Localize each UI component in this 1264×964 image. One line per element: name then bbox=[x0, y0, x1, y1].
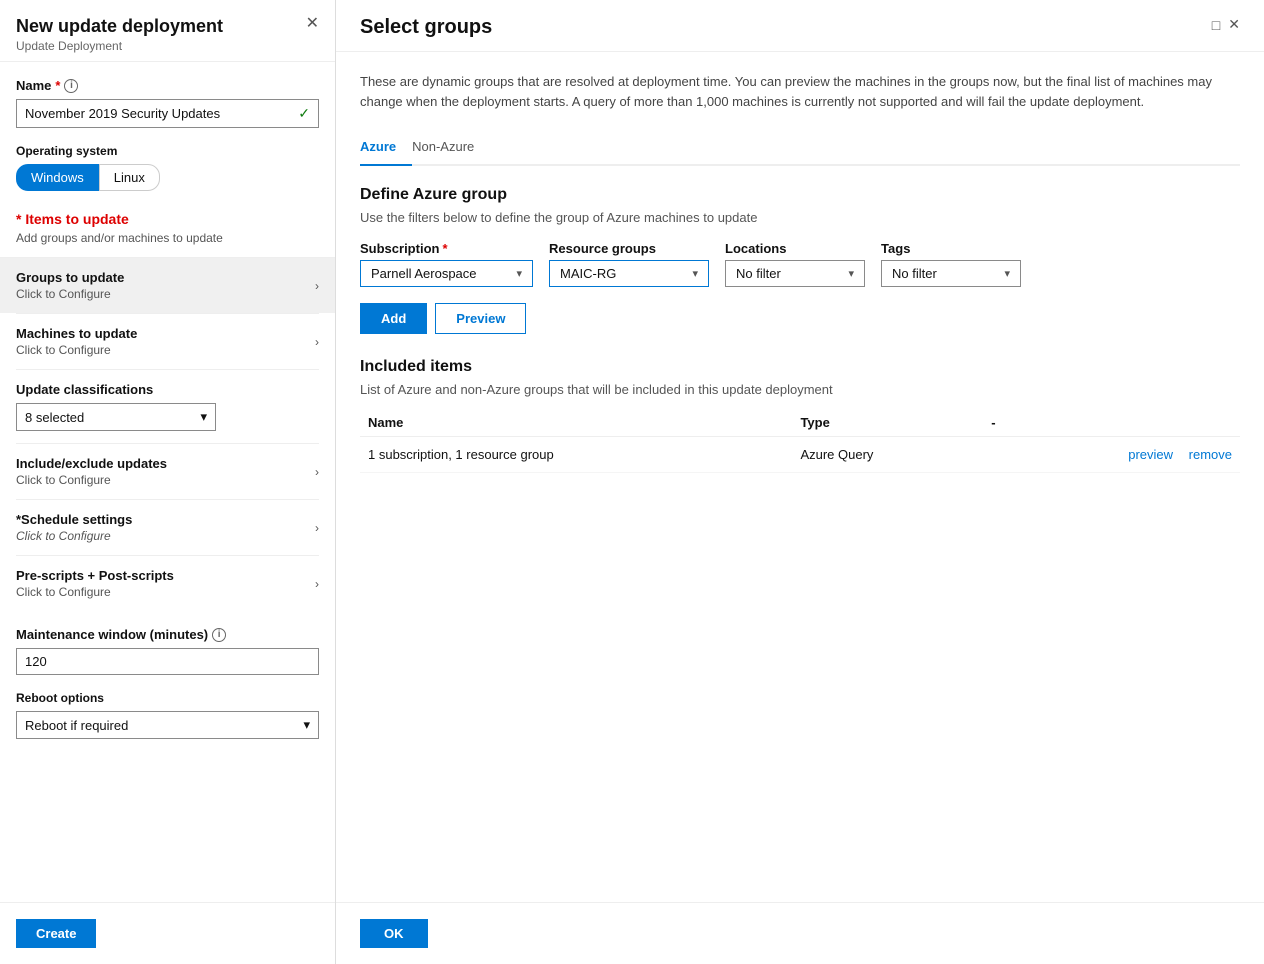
items-subtitle: Add groups and/or machines to update bbox=[16, 231, 319, 245]
table-body: 1 subscription, 1 resource group Azure Q… bbox=[360, 437, 1240, 473]
filter-locations: Locations No filter ▾ bbox=[725, 241, 865, 287]
info-text: These are dynamic groups that are resolv… bbox=[360, 72, 1240, 111]
scripts-sub: Click to Configure bbox=[16, 585, 174, 599]
resource-groups-dropdown-icon: ▾ bbox=[693, 267, 699, 280]
name-input[interactable]: November 2019 Security Updates ✓ bbox=[16, 99, 319, 128]
define-desc: Use the filters below to define the grou… bbox=[360, 210, 1240, 225]
name-field-row: Name * i November 2019 Security Updates … bbox=[16, 78, 319, 128]
preview-button[interactable]: Preview bbox=[435, 303, 526, 334]
tabs: Azure Non-Azure bbox=[360, 131, 1240, 166]
machines-title: Machines to update bbox=[16, 326, 137, 341]
close-right-panel-button[interactable]: ✕ bbox=[1228, 16, 1240, 33]
panel-subtitle: Update Deployment bbox=[16, 39, 223, 53]
close-left-panel-button[interactable]: ✕ bbox=[306, 16, 319, 32]
os-label: Operating system bbox=[16, 144, 319, 158]
locations-dropdown[interactable]: No filter ▾ bbox=[725, 260, 865, 287]
add-button[interactable]: Add bbox=[360, 303, 427, 334]
scripts-title: Pre-scripts + Post-scripts bbox=[16, 568, 174, 583]
row-actions: preview remove bbox=[983, 437, 1240, 473]
tab-azure[interactable]: Azure bbox=[360, 131, 412, 166]
right-header-actions: □ ✕ bbox=[1212, 16, 1240, 33]
schedule-sub: Click to Configure bbox=[16, 529, 132, 543]
maintenance-label: Maintenance window (minutes) i bbox=[16, 627, 319, 642]
remove-link[interactable]: remove bbox=[1189, 447, 1232, 462]
subscription-dropdown-icon: ▾ bbox=[517, 267, 523, 280]
col-type: Type bbox=[792, 409, 983, 437]
left-header-text: New update deployment Update Deployment bbox=[16, 16, 223, 53]
row-name: 1 subscription, 1 resource group bbox=[360, 437, 792, 473]
tags-dropdown-icon: ▾ bbox=[1005, 267, 1011, 280]
maintenance-info-icon[interactable]: i bbox=[212, 628, 226, 642]
panel-title: New update deployment bbox=[16, 16, 223, 37]
groups-title: Groups to update bbox=[16, 270, 124, 285]
items-section-title: * Items to update bbox=[16, 211, 319, 227]
right-panel-title: Select groups bbox=[360, 16, 492, 51]
maintenance-section: Maintenance window (minutes) i 120 bbox=[16, 627, 319, 675]
table-header: Name Type - bbox=[360, 409, 1240, 437]
left-panel: New update deployment Update Deployment … bbox=[0, 0, 336, 964]
maximize-button[interactable]: □ bbox=[1212, 17, 1220, 33]
filter-tags: Tags No filter ▾ bbox=[881, 241, 1021, 287]
table-row: 1 subscription, 1 resource group Azure Q… bbox=[360, 437, 1240, 473]
os-windows-button[interactable]: Windows bbox=[16, 164, 99, 191]
reboot-label: Reboot options bbox=[16, 691, 319, 705]
filters-row: Subscription * Parnell Aerospace ▾ Resou… bbox=[360, 241, 1240, 287]
name-check-icon: ✓ bbox=[298, 105, 310, 122]
included-heading: Included items bbox=[360, 358, 1240, 376]
name-label: Name * i bbox=[16, 78, 319, 93]
machines-sub: Click to Configure bbox=[16, 343, 137, 357]
schedule-title: *Schedule settings bbox=[16, 512, 132, 527]
action-buttons: Add Preview bbox=[360, 303, 1240, 334]
included-desc: List of Azure and non-Azure groups that … bbox=[360, 382, 1240, 397]
row-type: Azure Query bbox=[792, 437, 983, 473]
os-linux-button[interactable]: Linux bbox=[99, 164, 160, 191]
col-actions: - bbox=[983, 409, 1240, 437]
include-exclude-sub: Click to Configure bbox=[16, 473, 167, 487]
os-field-row: Operating system Windows Linux bbox=[16, 144, 319, 191]
col-name: Name bbox=[360, 409, 792, 437]
reboot-section: Reboot options Reboot if required ▾ bbox=[16, 691, 319, 739]
left-content: Name * i November 2019 Security Updates … bbox=[0, 62, 335, 902]
create-button[interactable]: Create bbox=[16, 919, 96, 948]
nav-item-scripts[interactable]: Pre-scripts + Post-scripts Click to Conf… bbox=[16, 555, 319, 611]
define-heading: Define Azure group bbox=[360, 186, 1240, 204]
filter-subscription: Subscription * Parnell Aerospace ▾ bbox=[360, 241, 533, 287]
filter-resource-groups: Resource groups MAIC-RG ▾ bbox=[549, 241, 709, 287]
nav-item-groups[interactable]: Groups to update Click to Configure › bbox=[0, 257, 335, 313]
nav-item-schedule[interactable]: *Schedule settings Click to Configure › bbox=[16, 499, 319, 555]
ok-button[interactable]: OK bbox=[360, 919, 428, 948]
resource-groups-dropdown[interactable]: MAIC-RG ▾ bbox=[549, 260, 709, 287]
classifications-dropdown-icon: ▾ bbox=[200, 409, 207, 425]
classifications-title: Update classifications bbox=[16, 382, 216, 397]
scripts-chevron-icon: › bbox=[315, 577, 319, 591]
subscription-dropdown[interactable]: Parnell Aerospace ▾ bbox=[360, 260, 533, 287]
locations-dropdown-icon: ▾ bbox=[849, 267, 855, 280]
tab-non-azure[interactable]: Non-Azure bbox=[412, 131, 490, 166]
include-exclude-title: Include/exclude updates bbox=[16, 456, 167, 471]
machines-chevron-icon: › bbox=[315, 335, 319, 349]
tags-dropdown[interactable]: No filter ▾ bbox=[881, 260, 1021, 287]
os-toggle: Windows Linux bbox=[16, 164, 319, 191]
reboot-dropdown-icon: ▾ bbox=[303, 717, 310, 733]
include-exclude-chevron-icon: › bbox=[315, 465, 319, 479]
right-header: Select groups □ ✕ bbox=[336, 0, 1264, 52]
right-footer: OK bbox=[336, 902, 1264, 964]
left-footer: Create bbox=[0, 902, 335, 964]
left-header: New update deployment Update Deployment … bbox=[0, 0, 335, 62]
classifications-select[interactable]: 8 selected ▾ bbox=[16, 403, 216, 431]
nav-item-classifications[interactable]: Update classifications 8 selected ▾ bbox=[16, 369, 319, 443]
nav-item-include-exclude[interactable]: Include/exclude updates Click to Configu… bbox=[16, 443, 319, 499]
nav-item-machines[interactable]: Machines to update Click to Configure › bbox=[16, 313, 319, 369]
right-panel: Select groups □ ✕ These are dynamic grou… bbox=[336, 0, 1264, 964]
name-info-icon[interactable]: i bbox=[64, 79, 78, 93]
reboot-select[interactable]: Reboot if required ▾ bbox=[16, 711, 319, 739]
right-content: These are dynamic groups that are resolv… bbox=[336, 52, 1264, 902]
groups-chevron-icon: › bbox=[315, 279, 319, 293]
schedule-chevron-icon: › bbox=[315, 521, 319, 535]
preview-link[interactable]: preview bbox=[1128, 447, 1173, 462]
groups-sub: Click to Configure bbox=[16, 287, 124, 301]
maintenance-input[interactable]: 120 bbox=[16, 648, 319, 675]
included-items-table: Name Type - 1 subscription, 1 resource g… bbox=[360, 409, 1240, 473]
